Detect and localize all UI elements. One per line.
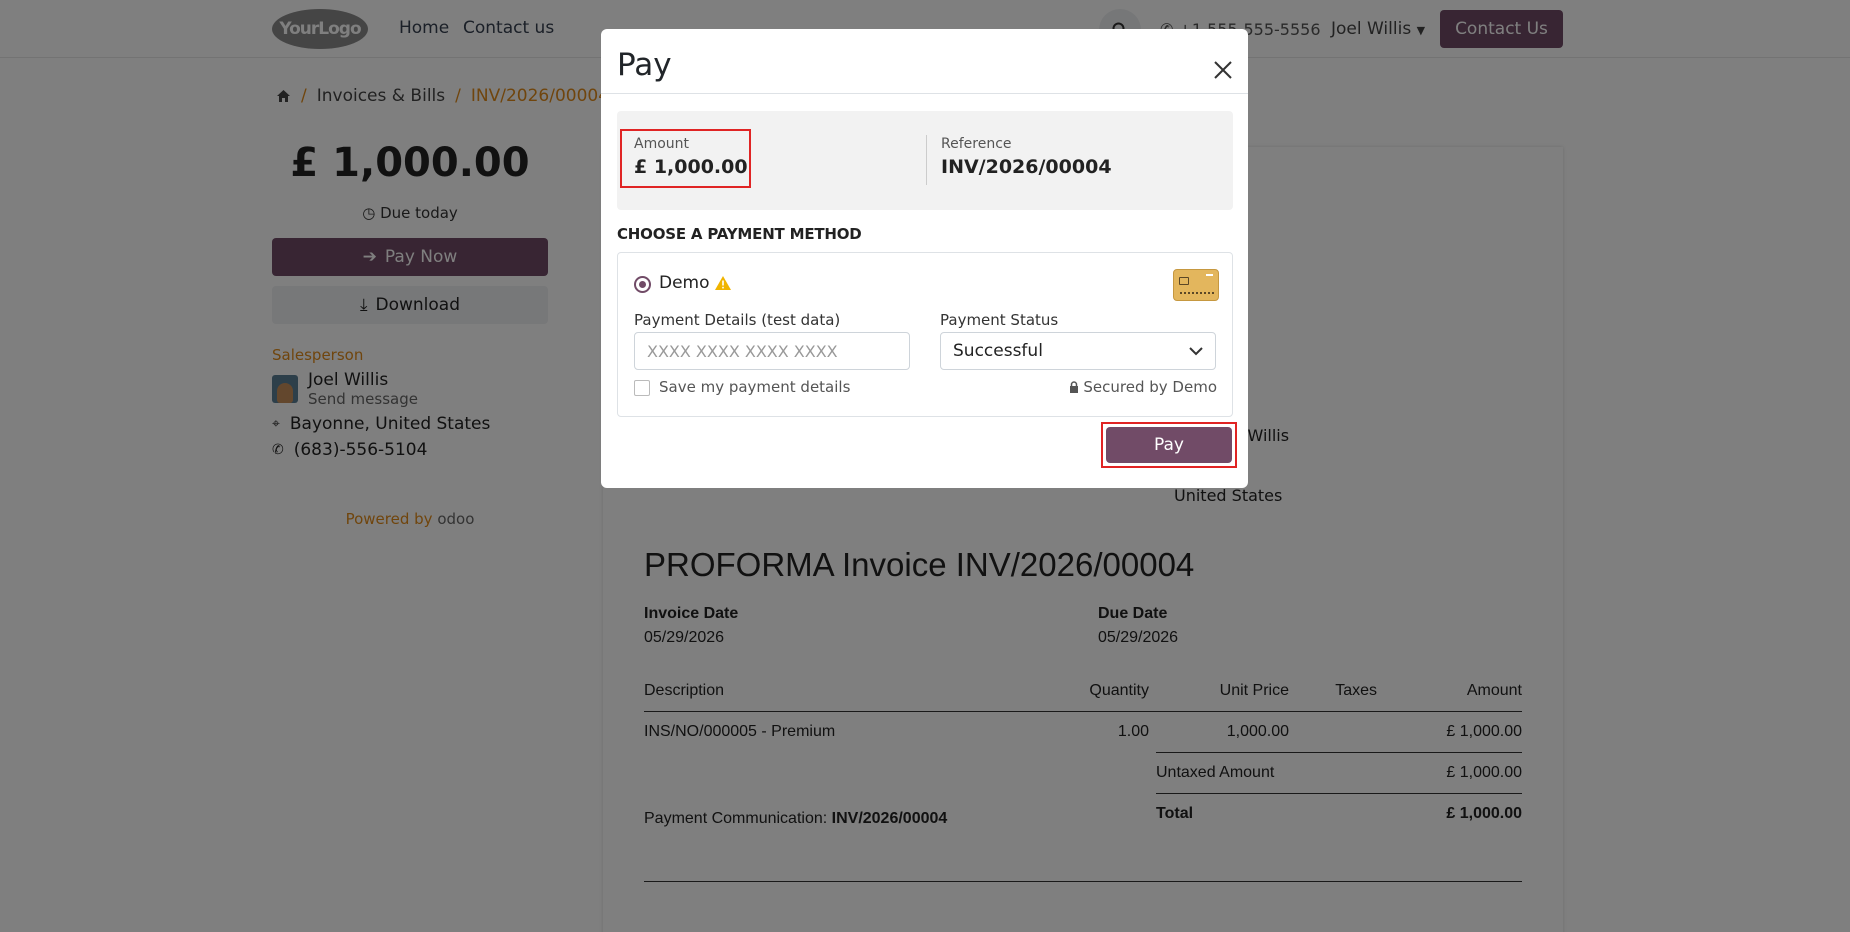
chevron-down-icon: [1189, 346, 1203, 355]
dialog-header: Pay: [601, 29, 1248, 94]
payment-method-demo[interactable]: Demo Payment Details (test data) Payment…: [617, 252, 1233, 417]
pay-button[interactable]: Pay: [1106, 427, 1232, 463]
payment-status-select[interactable]: Successful: [940, 332, 1216, 370]
pay-button-highlight: Pay: [1101, 422, 1237, 468]
payment-status-value: Successful: [953, 341, 1043, 361]
dialog-title: Pay: [617, 47, 672, 83]
payment-status-label: Payment Status: [940, 311, 1059, 329]
card-number-input[interactable]: [634, 332, 910, 370]
method-name[interactable]: Demo: [659, 273, 710, 293]
divider: [926, 135, 927, 185]
secured-by: Secured by Demo: [1069, 378, 1217, 396]
close-icon[interactable]: [1212, 59, 1234, 81]
credit-card-icon: [1173, 269, 1219, 301]
choose-method-heading: CHOOSE A PAYMENT METHOD: [617, 225, 862, 243]
amount-label: Amount: [634, 136, 690, 152]
save-details-checkbox[interactable]: [634, 380, 650, 396]
method-radio[interactable]: [634, 276, 651, 293]
pay-dialog: Pay Amount £ 1,000.00 Reference INV/2026…: [601, 29, 1248, 488]
lock-icon: [1070, 381, 1079, 393]
amount-value: £ 1,000.00: [634, 156, 748, 178]
reference-value: INV/2026/00004: [941, 156, 1112, 178]
payment-summary: Amount £ 1,000.00 Reference INV/2026/000…: [617, 111, 1233, 210]
reference-label: Reference: [941, 136, 1012, 152]
save-details-label[interactable]: Save my payment details: [659, 378, 850, 396]
warning-icon: [715, 276, 731, 290]
payment-details-label: Payment Details (test data): [634, 311, 841, 329]
reference-block: Reference INV/2026/00004: [941, 136, 1112, 178]
secured-by-text: Secured by Demo: [1083, 378, 1217, 396]
amount-block: Amount £ 1,000.00: [620, 129, 751, 188]
